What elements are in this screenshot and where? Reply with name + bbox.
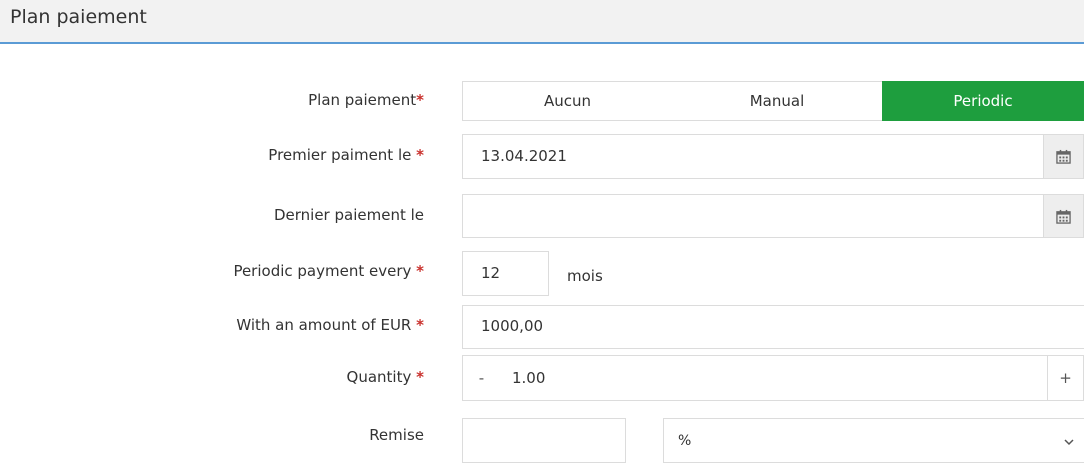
amount-label: With an amount of EUR * xyxy=(236,316,424,334)
required-marker: * xyxy=(416,262,424,280)
discount-input[interactable] xyxy=(462,418,626,463)
quantity-value: 1.00 xyxy=(512,369,546,387)
periodic-label: Periodic payment every * xyxy=(233,262,424,280)
chevron-down-icon xyxy=(1064,439,1074,446)
required-marker: * xyxy=(416,146,424,164)
first-payment-calendar-button[interactable] xyxy=(1043,134,1084,179)
discount-type-select[interactable]: % xyxy=(663,418,1084,463)
periodic-unit: mois xyxy=(567,267,603,285)
first-payment-label: Premier paiment le * xyxy=(268,146,424,164)
plan-option-aucun[interactable]: Aucun xyxy=(462,81,672,121)
last-payment-input[interactable] xyxy=(462,194,1044,238)
discount-label: Remise xyxy=(369,426,424,444)
required-marker: * xyxy=(416,91,424,109)
last-payment-label: Dernier paiement le xyxy=(273,206,424,224)
first-payment-value: 13.04.2021 xyxy=(481,147,567,165)
amount-value: 1000,00 xyxy=(481,317,544,335)
periodic-input[interactable]: 12 xyxy=(462,251,549,296)
plan-option-periodic[interactable]: Periodic xyxy=(882,81,1084,121)
plan-option-manual[interactable]: Manual xyxy=(672,81,882,121)
quantity-input[interactable]: 1.00 xyxy=(500,355,1048,401)
panel-title: Plan paiement xyxy=(10,6,147,28)
plan-paiement-label: Plan paiement* xyxy=(308,91,424,109)
panel-header: Plan paiement xyxy=(0,0,1084,44)
quantity-increment-button[interactable]: + xyxy=(1047,355,1084,401)
periodic-value: 12 xyxy=(481,264,501,282)
quantity-decrement-button[interactable]: - xyxy=(462,355,501,401)
last-payment-calendar-button[interactable] xyxy=(1043,194,1084,238)
required-marker: * xyxy=(416,368,424,386)
first-payment-input[interactable]: 13.04.2021 xyxy=(462,134,1044,179)
required-marker: * xyxy=(416,316,424,334)
calendar-icon xyxy=(1056,149,1071,164)
discount-type-value: % xyxy=(678,433,692,449)
calendar-icon xyxy=(1056,209,1071,224)
amount-input[interactable]: 1000,00 xyxy=(462,305,1084,349)
quantity-label: Quantity * xyxy=(346,368,424,386)
